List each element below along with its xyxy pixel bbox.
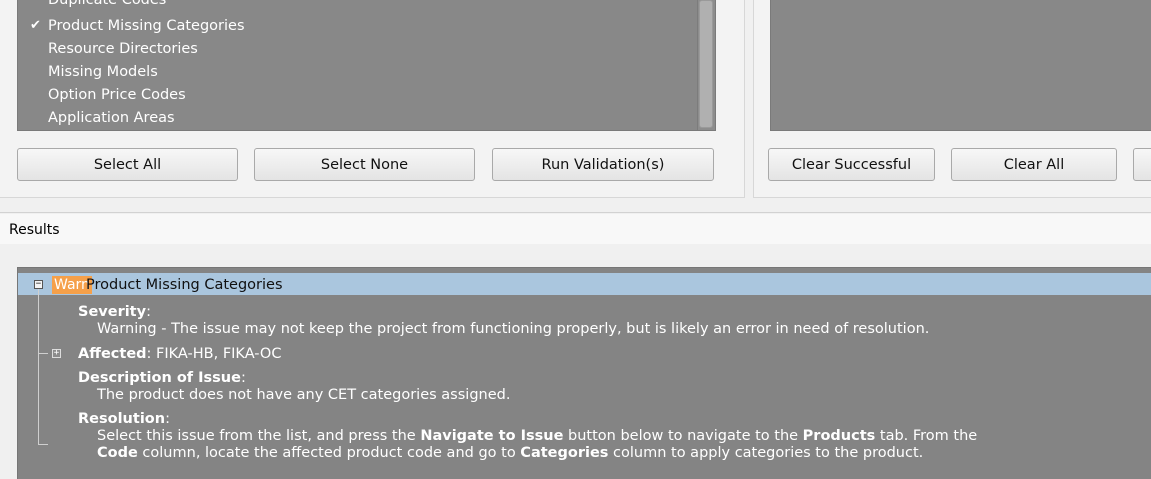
validation-list[interactable]: Duplicate Codes ✔ Product Missing Catego… <box>17 0 716 131</box>
scrollbar-thumb[interactable] <box>699 0 713 128</box>
navigate-to-issue-ref: Navigate to Issue <box>420 428 564 444</box>
validation-item-label: Application Areas <box>48 110 175 126</box>
severity-heading: Severity: <box>78 304 151 320</box>
resolution-text: column to apply categories to the produc… <box>608 445 924 461</box>
validation-item-product-missing-categories[interactable]: ✔ Product Missing Categories <box>30 15 245 37</box>
description-label: Description of Issue <box>78 370 241 386</box>
validation-item-missing-models[interactable]: Missing Models <box>48 61 158 83</box>
select-none-button[interactable]: Select None <box>254 148 475 181</box>
affected-value: FIKA-HB, FIKA-OC <box>156 346 282 362</box>
resolution-text: column, locate the affected product code… <box>137 445 521 461</box>
resolution-label: Resolution <box>78 411 166 427</box>
collapse-icon[interactable]: − <box>34 280 43 289</box>
validation-item-resource-directories[interactable]: Resource Directories <box>48 38 198 60</box>
resolution-text-line2: Code column, locate the affected product… <box>97 444 923 462</box>
validation-item-label: Resource Directories <box>48 41 198 57</box>
issue-title: Product Missing Categories <box>86 277 283 293</box>
select-all-button[interactable]: Select All <box>17 148 238 181</box>
section-divider <box>0 212 1151 213</box>
description-heading: Description of Issue: <box>78 370 246 386</box>
checkmark-icon: ✔ <box>30 18 41 33</box>
affected-label: Affected <box>78 346 147 362</box>
tree-connector <box>38 353 48 354</box>
resolution-text: Select this issue from the list, and pre… <box>97 428 421 444</box>
code-column-ref: Code <box>97 445 138 461</box>
partial-button[interactable] <box>1133 148 1151 181</box>
validation-item-option-price-codes[interactable]: Option Price Codes <box>48 84 186 106</box>
validation-list-scrollbar[interactable] <box>697 0 715 130</box>
severity-text: Warning - The issue may not keep the pro… <box>97 321 930 337</box>
categories-column-ref: Categories <box>520 445 609 461</box>
results-label: Results <box>9 222 60 238</box>
validation-item-label: Option Price Codes <box>48 87 186 103</box>
clear-all-button[interactable]: Clear All <box>951 148 1117 181</box>
resolution-text: button below to navigate to the <box>563 428 803 444</box>
affected-row[interactable]: Affected: FIKA-HB, FIKA-OC <box>78 345 281 363</box>
results-tree[interactable]: − Warn Product Missing Categories Severi… <box>17 267 1151 479</box>
run-validations-button[interactable]: Run Validation(s) <box>492 148 714 181</box>
validation-item-application-areas[interactable]: Application Areas <box>48 107 175 129</box>
description-text: The product does not have any CET catego… <box>97 387 511 403</box>
severity-label: Severity <box>78 304 147 320</box>
validation-item-label: Duplicate Codes <box>48 0 167 8</box>
results-header-strip <box>0 214 1151 244</box>
products-tab-ref: Products <box>802 428 876 444</box>
output-panel: Clear Successful Clear All <box>753 0 1151 198</box>
resolution-text: tab. From the <box>875 428 978 444</box>
validation-item-duplicate-codes[interactable]: Duplicate Codes <box>48 0 166 11</box>
clear-successful-button[interactable]: Clear Successful <box>768 148 935 181</box>
validation-item-label: Missing Models <box>48 64 158 80</box>
validation-item-label: Product Missing Categories <box>48 18 245 34</box>
tree-connector <box>38 444 48 445</box>
expand-icon[interactable]: + <box>52 349 61 358</box>
resolution-text-line1: Select this issue from the list, and pre… <box>97 427 977 445</box>
tree-connector <box>38 289 39 444</box>
output-list[interactable] <box>770 0 1151 131</box>
resolution-heading: Resolution: <box>78 411 170 427</box>
validation-panel: Duplicate Codes ✔ Product Missing Catego… <box>0 0 745 198</box>
